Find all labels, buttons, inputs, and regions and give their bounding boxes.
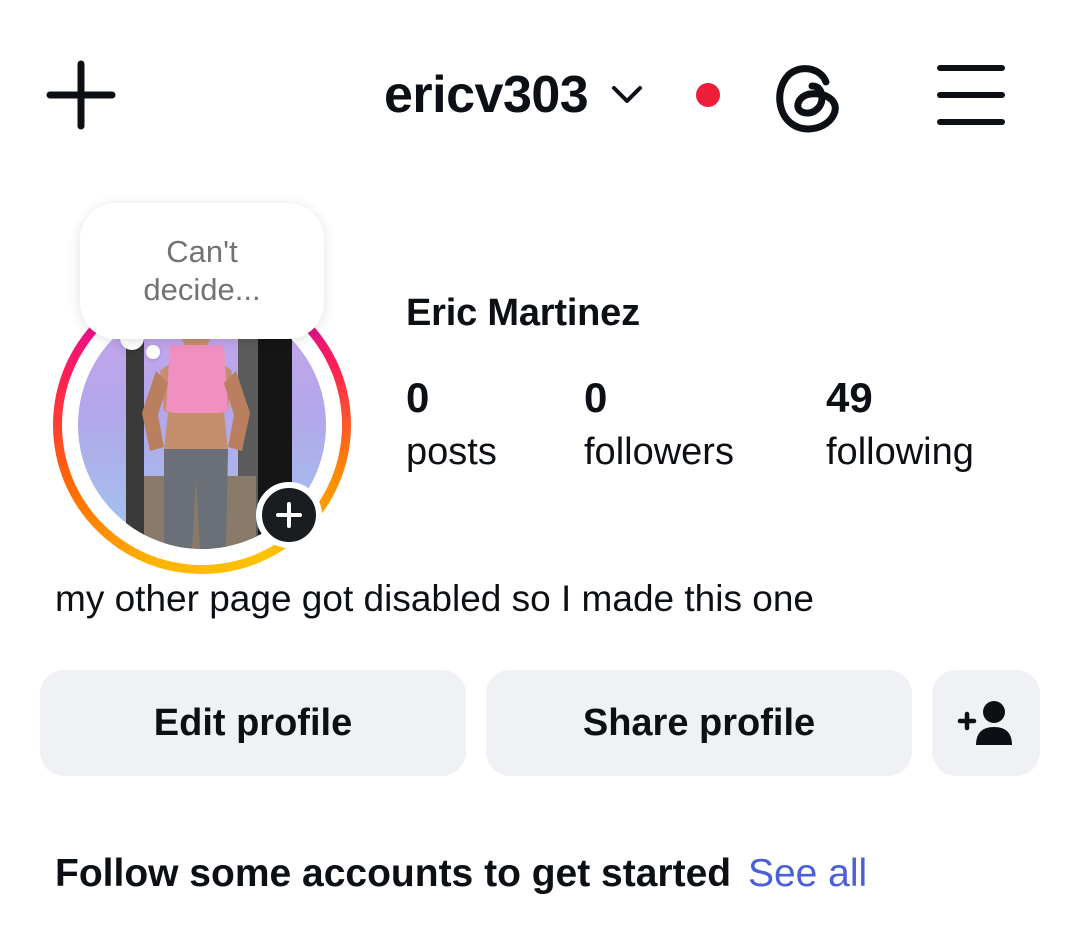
create-button[interactable] xyxy=(44,58,118,132)
note-bubble-tail-small xyxy=(146,345,160,359)
plus-icon xyxy=(46,60,116,130)
note-bubble[interactable]: Can't decide... xyxy=(80,203,324,339)
stat-value: 49 xyxy=(826,374,873,421)
full-name: Eric Martinez xyxy=(406,292,640,334)
share-profile-button[interactable]: Share profile xyxy=(486,670,912,776)
edit-profile-label: Edit profile xyxy=(153,701,353,744)
see-all-link[interactable]: See all xyxy=(748,852,867,895)
add-story-button[interactable] xyxy=(256,482,322,548)
discover-people-button[interactable] xyxy=(932,670,1040,776)
threads-icon xyxy=(776,65,839,133)
account-switcher[interactable]: ericv303 xyxy=(384,62,644,128)
plus-icon xyxy=(276,502,302,528)
stat-label: following xyxy=(826,431,974,473)
share-profile-label: Share profile xyxy=(582,701,816,744)
suggestions-header: Follow some accounts to get started See … xyxy=(55,852,867,896)
stat-label: followers xyxy=(584,431,734,473)
stat-value: 0 xyxy=(584,374,608,421)
stat-label: posts xyxy=(406,431,497,473)
suggestions-title: Follow some accounts to get started xyxy=(55,852,732,895)
stat-posts[interactable]: 0 posts xyxy=(406,372,497,480)
note-text-line1: Can't xyxy=(166,234,238,269)
stat-followers[interactable]: 0 followers xyxy=(584,372,734,480)
hamburger-menu-icon xyxy=(937,65,1005,125)
menu-button[interactable] xyxy=(936,62,1006,128)
person-add-icon xyxy=(957,701,1012,745)
chevron-down-icon xyxy=(612,86,643,103)
username: ericv303 xyxy=(384,66,589,124)
note-text-line2: decide... xyxy=(143,272,261,307)
stat-following[interactable]: 49 following xyxy=(826,372,974,480)
bio: my other page got disabled so I made thi… xyxy=(55,578,814,619)
notification-dot xyxy=(696,83,720,107)
threads-button[interactable] xyxy=(772,58,844,134)
stat-value: 0 xyxy=(406,374,430,421)
edit-profile-button[interactable]: Edit profile xyxy=(40,670,466,776)
